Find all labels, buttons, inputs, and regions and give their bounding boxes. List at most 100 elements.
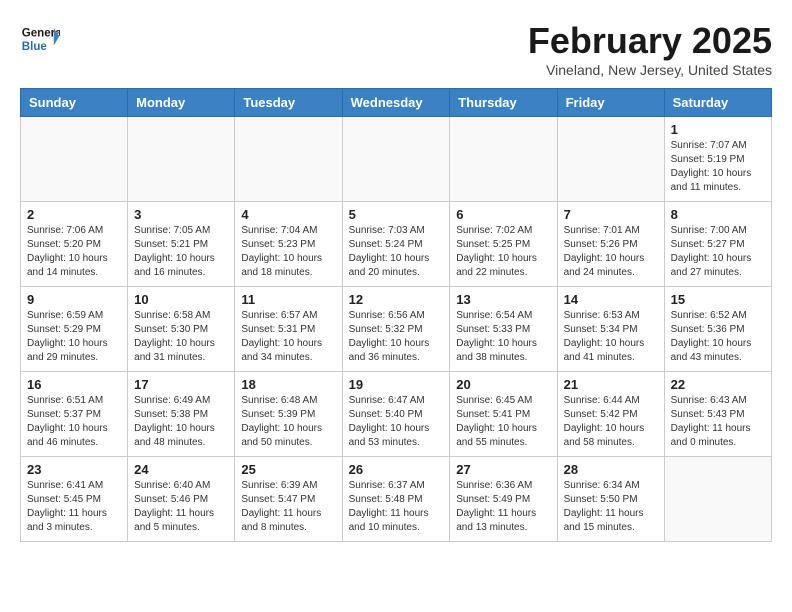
day-number: 23 bbox=[27, 462, 121, 477]
day-info: Sunrise: 6:36 AM Sunset: 5:49 PM Dayligh… bbox=[456, 479, 550, 535]
calendar-cell: 8 Sunrise: 7:00 AM Sunset: 5:27 PM Daylig… bbox=[664, 202, 771, 287]
day-number: 28 bbox=[564, 462, 658, 477]
weekday-header-thursday: Thursday bbox=[450, 89, 557, 117]
day-info: Sunrise: 7:06 AM Sunset: 5:20 PM Dayligh… bbox=[27, 224, 121, 280]
calendar-cell: 19 Sunrise: 6:47 AM Sunset: 5:40 PM Dayli… bbox=[342, 372, 450, 457]
week-row-1: 1 Sunrise: 7:07 AM Sunset: 5:19 PM Daylig… bbox=[21, 117, 772, 202]
day-info: Sunrise: 7:01 AM Sunset: 5:26 PM Dayligh… bbox=[564, 224, 658, 280]
day-number: 19 bbox=[349, 377, 444, 392]
calendar-cell: 5 Sunrise: 7:03 AM Sunset: 5:24 PM Daylig… bbox=[342, 202, 450, 287]
day-number: 10 bbox=[134, 292, 228, 307]
calendar-cell: 22 Sunrise: 6:43 AM Sunset: 5:43 PM Dayli… bbox=[664, 372, 771, 457]
day-info: Sunrise: 7:02 AM Sunset: 5:25 PM Dayligh… bbox=[456, 224, 550, 280]
calendar-cell: 6 Sunrise: 7:02 AM Sunset: 5:25 PM Daylig… bbox=[450, 202, 557, 287]
day-info: Sunrise: 6:40 AM Sunset: 5:46 PM Dayligh… bbox=[134, 479, 228, 535]
svg-text:Blue: Blue bbox=[22, 41, 48, 53]
calendar-cell: 14 Sunrise: 6:53 AM Sunset: 5:34 PM Dayli… bbox=[557, 287, 664, 372]
day-info: Sunrise: 7:00 AM Sunset: 5:27 PM Dayligh… bbox=[671, 224, 765, 280]
day-number: 4 bbox=[241, 207, 335, 222]
day-number: 18 bbox=[241, 377, 335, 392]
day-number: 21 bbox=[564, 377, 658, 392]
calendar-cell: 4 Sunrise: 7:04 AM Sunset: 5:23 PM Daylig… bbox=[235, 202, 342, 287]
calendar-cell: 25 Sunrise: 6:39 AM Sunset: 5:47 PM Dayli… bbox=[235, 457, 342, 542]
week-row-4: 16 Sunrise: 6:51 AM Sunset: 5:37 PM Dayli… bbox=[21, 372, 772, 457]
calendar-cell bbox=[235, 117, 342, 202]
day-number: 8 bbox=[671, 207, 765, 222]
calendar-cell: 18 Sunrise: 6:48 AM Sunset: 5:39 PM Dayli… bbox=[235, 372, 342, 457]
calendar-cell: 10 Sunrise: 6:58 AM Sunset: 5:30 PM Dayli… bbox=[128, 287, 235, 372]
day-info: Sunrise: 6:56 AM Sunset: 5:32 PM Dayligh… bbox=[349, 309, 444, 365]
day-number: 1 bbox=[671, 122, 765, 137]
calendar-cell: 26 Sunrise: 6:37 AM Sunset: 5:48 PM Dayli… bbox=[342, 457, 450, 542]
location-label: Vineland, New Jersey, United States bbox=[528, 62, 772, 78]
day-number: 16 bbox=[27, 377, 121, 392]
day-info: Sunrise: 6:49 AM Sunset: 5:38 PM Dayligh… bbox=[134, 394, 228, 450]
day-info: Sunrise: 7:04 AM Sunset: 5:23 PM Dayligh… bbox=[241, 224, 335, 280]
calendar-cell: 2 Sunrise: 7:06 AM Sunset: 5:20 PM Daylig… bbox=[21, 202, 128, 287]
calendar-cell: 24 Sunrise: 6:40 AM Sunset: 5:46 PM Dayli… bbox=[128, 457, 235, 542]
day-info: Sunrise: 6:59 AM Sunset: 5:29 PM Dayligh… bbox=[27, 309, 121, 365]
day-info: Sunrise: 6:44 AM Sunset: 5:42 PM Dayligh… bbox=[564, 394, 658, 450]
day-number: 24 bbox=[134, 462, 228, 477]
month-title: February 2025 bbox=[528, 20, 772, 62]
calendar-cell: 13 Sunrise: 6:54 AM Sunset: 5:33 PM Dayli… bbox=[450, 287, 557, 372]
day-number: 25 bbox=[241, 462, 335, 477]
weekday-header-monday: Monday bbox=[128, 89, 235, 117]
day-info: Sunrise: 6:48 AM Sunset: 5:39 PM Dayligh… bbox=[241, 394, 335, 450]
weekday-header-wednesday: Wednesday bbox=[342, 89, 450, 117]
day-info: Sunrise: 6:58 AM Sunset: 5:30 PM Dayligh… bbox=[134, 309, 228, 365]
day-number: 7 bbox=[564, 207, 658, 222]
calendar-cell bbox=[664, 457, 771, 542]
calendar-cell: 7 Sunrise: 7:01 AM Sunset: 5:26 PM Daylig… bbox=[557, 202, 664, 287]
week-row-3: 9 Sunrise: 6:59 AM Sunset: 5:29 PM Daylig… bbox=[21, 287, 772, 372]
day-number: 20 bbox=[456, 377, 550, 392]
day-info: Sunrise: 6:43 AM Sunset: 5:43 PM Dayligh… bbox=[671, 394, 765, 450]
day-info: Sunrise: 7:05 AM Sunset: 5:21 PM Dayligh… bbox=[134, 224, 228, 280]
calendar-table: SundayMondayTuesdayWednesdayThursdayFrid… bbox=[20, 88, 772, 542]
day-info: Sunrise: 6:37 AM Sunset: 5:48 PM Dayligh… bbox=[349, 479, 444, 535]
day-number: 6 bbox=[456, 207, 550, 222]
logo-icon: General Blue bbox=[20, 20, 60, 55]
calendar-cell bbox=[450, 117, 557, 202]
page-header: General Blue February 2025 Vineland, New… bbox=[20, 20, 772, 78]
weekday-header-row: SundayMondayTuesdayWednesdayThursdayFrid… bbox=[21, 89, 772, 117]
day-number: 12 bbox=[349, 292, 444, 307]
calendar-cell: 9 Sunrise: 6:59 AM Sunset: 5:29 PM Daylig… bbox=[21, 287, 128, 372]
day-info: Sunrise: 6:47 AM Sunset: 5:40 PM Dayligh… bbox=[349, 394, 444, 450]
day-number: 15 bbox=[671, 292, 765, 307]
weekday-header-saturday: Saturday bbox=[664, 89, 771, 117]
day-info: Sunrise: 6:51 AM Sunset: 5:37 PM Dayligh… bbox=[27, 394, 121, 450]
day-number: 27 bbox=[456, 462, 550, 477]
day-number: 14 bbox=[564, 292, 658, 307]
calendar-cell: 17Sunrise: 6:49 AM Sunset: 5:38 PM Dayli… bbox=[128, 372, 235, 457]
title-section: February 2025 Vineland, New Jersey, Unit… bbox=[528, 20, 772, 78]
day-info: Sunrise: 7:07 AM Sunset: 5:19 PM Dayligh… bbox=[671, 139, 765, 195]
week-row-5: 23 Sunrise: 6:41 AM Sunset: 5:45 PM Dayli… bbox=[21, 457, 772, 542]
day-number: 2 bbox=[27, 207, 121, 222]
calendar-cell: 1 Sunrise: 7:07 AM Sunset: 5:19 PM Daylig… bbox=[664, 117, 771, 202]
calendar-cell: 23 Sunrise: 6:41 AM Sunset: 5:45 PM Dayli… bbox=[21, 457, 128, 542]
day-info: Sunrise: 7:03 AM Sunset: 5:24 PM Dayligh… bbox=[349, 224, 444, 280]
day-info: Sunrise: 6:52 AM Sunset: 5:36 PM Dayligh… bbox=[671, 309, 765, 365]
day-number: 13 bbox=[456, 292, 550, 307]
day-info: Sunrise: 6:53 AM Sunset: 5:34 PM Dayligh… bbox=[564, 309, 658, 365]
day-number: 26 bbox=[349, 462, 444, 477]
calendar-cell: 12 Sunrise: 6:56 AM Sunset: 5:32 PM Dayli… bbox=[342, 287, 450, 372]
calendar-cell: 3 Sunrise: 7:05 AM Sunset: 5:21 PM Daylig… bbox=[128, 202, 235, 287]
week-row-2: 2 Sunrise: 7:06 AM Sunset: 5:20 PM Daylig… bbox=[21, 202, 772, 287]
day-info: Sunrise: 6:54 AM Sunset: 5:33 PM Dayligh… bbox=[456, 309, 550, 365]
day-number: 9 bbox=[27, 292, 121, 307]
calendar-cell: 11Sunrise: 6:57 AM Sunset: 5:31 PM Dayli… bbox=[235, 287, 342, 372]
calendar-cell: 21 Sunrise: 6:44 AM Sunset: 5:42 PM Dayli… bbox=[557, 372, 664, 457]
calendar-cell: 20Sunrise: 6:45 AM Sunset: 5:41 PM Dayli… bbox=[450, 372, 557, 457]
day-number: 5 bbox=[349, 207, 444, 222]
calendar-cell bbox=[21, 117, 128, 202]
logo: General Blue bbox=[20, 20, 64, 55]
day-number: 22 bbox=[671, 377, 765, 392]
day-info: Sunrise: 6:39 AM Sunset: 5:47 PM Dayligh… bbox=[241, 479, 335, 535]
weekday-header-sunday: Sunday bbox=[21, 89, 128, 117]
day-number: 3 bbox=[134, 207, 228, 222]
calendar-cell bbox=[342, 117, 450, 202]
day-info: Sunrise: 6:41 AM Sunset: 5:45 PM Dayligh… bbox=[27, 479, 121, 535]
calendar-cell: 15 Sunrise: 6:52 AM Sunset: 5:36 PM Dayli… bbox=[664, 287, 771, 372]
